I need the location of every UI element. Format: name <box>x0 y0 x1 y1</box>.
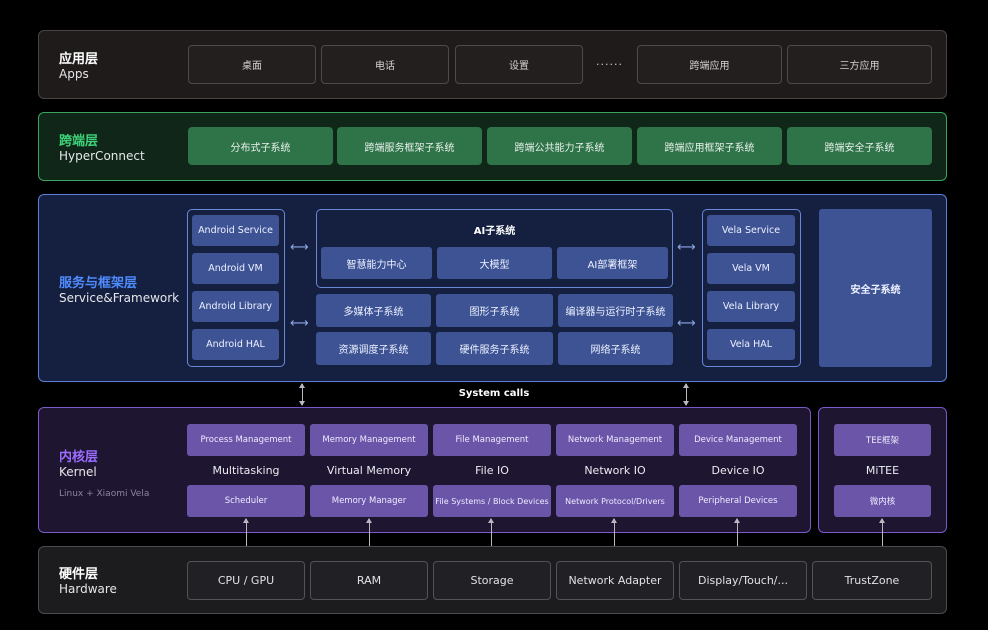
ai-subsystem-group: AI子系统 智慧能力中心 大模型 AI部署框架 <box>316 209 673 288</box>
hyper-security: 跨端安全子系统 <box>787 127 932 165</box>
ai-large-model: 大模型 <box>437 247 552 279</box>
app-cross-device: 跨端应用 <box>637 45 782 84</box>
hw-cpu-gpu: CPU / GPU <box>187 561 305 600</box>
device-management: Device Management <box>679 424 797 456</box>
multimedia-subsystem: 多媒体子系统 <box>316 294 431 327</box>
memory-manager: Memory Manager <box>310 485 428 517</box>
hyperconnect-layer-subtitle: HyperConnect <box>59 149 145 163</box>
service-layer-subtitle: Service&Framework <box>59 291 180 305</box>
arrow-middle-vela: ⟷ <box>677 316 696 331</box>
hardware-service-subsystem: 硬件服务子系统 <box>436 332 553 365</box>
memory-management: Memory Management <box>310 424 428 456</box>
arrow-ai-vela: ⟷ <box>677 240 696 255</box>
mitee-label: MiTEE <box>865 464 900 477</box>
hardware-layer-subtitle: Hardware <box>59 582 117 596</box>
kernel-layer: 内核层 Kernel Linux + Xiaomi Vela Process M… <box>38 407 811 533</box>
vela-group: Vela Service Vela VM Vela Library Vela H… <box>702 209 801 367</box>
security-subsystem: 安全子系统 <box>819 209 932 367</box>
ai-smart-capability: 智慧能力中心 <box>321 247 432 279</box>
network-io-label: Network IO <box>584 464 646 477</box>
device-io-label: Device IO <box>711 464 765 477</box>
hardware-layer-title: 硬件层 <box>59 567 99 582</box>
scheduler: Scheduler <box>187 485 305 517</box>
vela-vm: Vela VM <box>707 253 795 284</box>
vela-service: Vela Service <box>707 215 795 246</box>
hyper-distributed: 分布式子系统 <box>188 127 333 165</box>
android-vm: Android VM <box>192 253 279 284</box>
network-management: Network Management <box>556 424 674 456</box>
graphics-subsystem: 图形子系统 <box>436 294 553 327</box>
app-phone: 电话 <box>321 45 449 84</box>
kernel-layer-note: Linux + Xiaomi Vela <box>59 489 150 499</box>
apps-layer: 应用层 Apps 桌面 电话 设置 ······ 跨端应用 三方应用 <box>38 30 947 99</box>
system-calls-label: System calls <box>458 388 530 399</box>
multitasking-label: Multitasking <box>212 464 280 477</box>
hw-network-adapter: Network Adapter <box>556 561 674 600</box>
ai-subsystem-title: AI子系统 <box>473 226 516 237</box>
network-protocol-drivers: Network Protocol/Drivers <box>556 485 674 517</box>
hyper-app-framework: 跨端应用框架子系统 <box>637 127 782 165</box>
peripheral-devices: Peripheral Devices <box>679 485 797 517</box>
file-systems-block-devices: File Systems / Block Devices <box>433 485 551 517</box>
android-group: Android Service Android VM Android Libra… <box>187 209 285 367</box>
hw-ram: RAM <box>310 561 428 600</box>
mitee-layer: TEE框架 MiTEE 微内核 <box>818 407 947 533</box>
hyper-service-framework: 跨端服务框架子系统 <box>337 127 482 165</box>
service-layer-title: 服务与框架层 <box>59 276 138 291</box>
virtual-memory-label: Virtual Memory <box>326 464 412 477</box>
apps-layer-subtitle: Apps <box>59 67 89 81</box>
vela-hal: Vela HAL <box>707 329 795 360</box>
microkernel: 微内核 <box>834 485 931 517</box>
android-library: Android Library <box>192 291 279 322</box>
kernel-layer-title: 内核层 <box>59 450 99 465</box>
hw-display-touch: Display/Touch/... <box>679 561 807 600</box>
arrow-android-ai: ⟷ <box>290 240 309 255</box>
hardware-layer: 硬件层 Hardware CPU / GPU RAM Storage Netwo… <box>38 546 947 614</box>
hyperconnect-layer-title: 跨端层 <box>59 134 99 149</box>
syscall-arrow-right <box>683 383 689 406</box>
hyper-common-capability: 跨端公共能力子系统 <box>487 127 632 165</box>
ai-deploy-framework: AI部署框架 <box>557 247 668 279</box>
hyperconnect-layer: 跨端层 HyperConnect 分布式子系统 跨端服务框架子系统 跨端公共能力… <box>38 112 947 181</box>
kernel-layer-subtitle: Kernel <box>59 465 97 479</box>
process-management: Process Management <box>187 424 305 456</box>
android-service: Android Service <box>192 215 279 246</box>
network-subsystem: 网络子系统 <box>558 332 673 365</box>
file-io-label: File IO <box>475 464 509 477</box>
app-desktop: 桌面 <box>188 45 316 84</box>
android-hal: Android HAL <box>192 329 279 360</box>
hw-storage: Storage <box>433 561 551 600</box>
app-settings: 设置 <box>455 45 583 84</box>
file-management: File Management <box>433 424 551 456</box>
vela-library: Vela Library <box>707 291 795 322</box>
hw-trustzone: TrustZone <box>812 561 932 600</box>
arrow-android-middle: ⟷ <box>290 316 309 331</box>
resource-scheduling-subsystem: 资源调度子系统 <box>316 332 431 365</box>
tee-framework: TEE框架 <box>834 424 931 456</box>
service-framework-layer: 服务与框架层 Service&Framework Android Service… <box>38 194 947 382</box>
app-third-party: 三方应用 <box>787 45 932 84</box>
apps-layer-title: 应用层 <box>59 52 99 67</box>
compiler-runtime-subsystem: 编译器与运行时子系统 <box>558 294 673 327</box>
apps-ellipsis: ······ <box>596 58 623 71</box>
